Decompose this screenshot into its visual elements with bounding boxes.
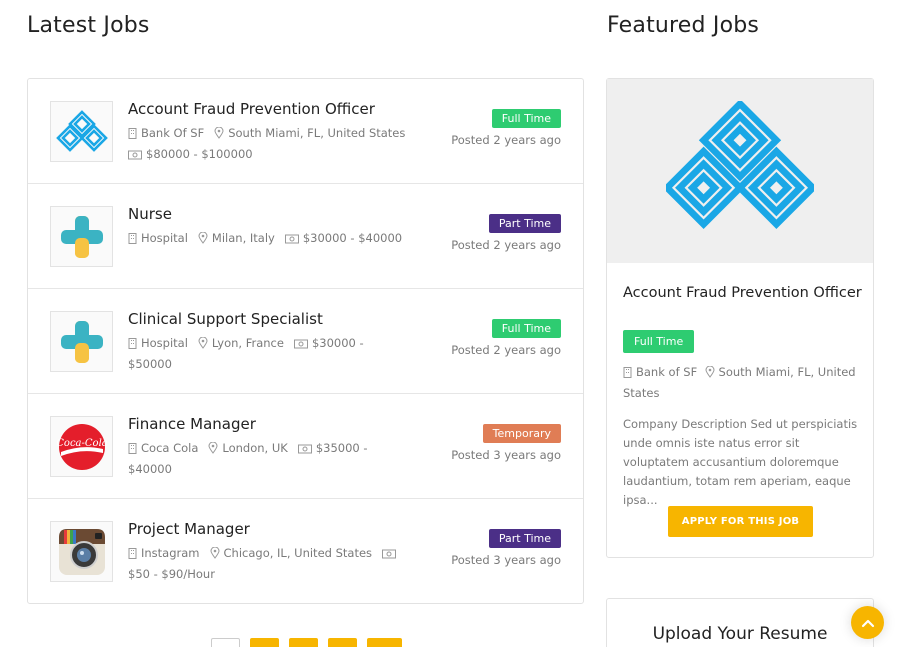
job-location: London, UK [222, 441, 288, 455]
job-title[interactable]: Nurse [128, 205, 172, 223]
map-pin-icon [198, 231, 208, 250]
job-item[interactable]: Account Fraud Prevention Officer Bank Of… [28, 79, 583, 184]
job-meta: Instagram Chicago, IL, United States $50 -… [128, 544, 408, 584]
job-posted-date: Posted 3 years ago [451, 448, 561, 462]
job-type-badge: Full Time [491, 319, 561, 338]
instagram-logo[interactable] [50, 521, 113, 582]
job-meta: Bank Of SF South Miami, FL, United States… [128, 124, 428, 166]
job-company: Hospital [141, 231, 188, 245]
job-location: Milan, Italy [211, 231, 275, 245]
map-pin-icon [198, 336, 208, 355]
job-item[interactable]: Clinical Support Specialist Hospital Lyon… [28, 289, 583, 394]
job-title[interactable]: Finance Manager [128, 415, 256, 433]
job-item[interactable]: Project Manager Instagram Chicago, IL, Un… [28, 499, 583, 604]
job-posted-date: Posted 3 years ago [451, 553, 561, 567]
page-button[interactable] [289, 638, 318, 647]
latest-jobs-heading: Latest Jobs [27, 13, 150, 38]
map-pin-icon [210, 546, 220, 565]
job-salary: $30000 - $40000 [302, 231, 403, 245]
job-meta: Hospital Milan, Italy $30000 - $40000 [128, 229, 448, 250]
job-salary: $80000 - $100000 [146, 147, 253, 161]
map-pin-icon [208, 441, 218, 460]
job-item[interactable]: Coca-Cola Finance Manager Coca Cola Londo… [28, 394, 583, 499]
page-button[interactable] [250, 638, 279, 647]
job-posted-date: Posted 2 years ago [451, 133, 561, 147]
job-item[interactable]: Nurse Hospital Milan, Italy $30000 - $4000… [28, 184, 583, 289]
hospital-cross-logo[interactable] [50, 311, 113, 372]
job-posted-date: Posted 2 years ago [451, 343, 561, 357]
featured-job-meta: Bank of SF South Miami, FL, United State… [623, 363, 863, 403]
job-company: Hospital [141, 336, 188, 350]
job-title[interactable]: Clinical Support Specialist [128, 310, 323, 328]
job-type-badge: Part Time [488, 214, 561, 233]
building-icon [128, 546, 137, 565]
job-meta: Coca Cola London, UK $35000 - $40000 [128, 439, 398, 479]
job-meta: Hospital Lyon, France $30000 - $50000 [128, 334, 398, 374]
job-posted-date: Posted 2 years ago [451, 238, 561, 252]
bank-logo[interactable] [50, 101, 113, 162]
job-title[interactable]: Project Manager [128, 520, 250, 538]
money-icon [128, 147, 142, 166]
map-pin-icon [705, 365, 715, 384]
page-button[interactable] [211, 638, 240, 647]
featured-job-description: Company Description Sed ut perspiciatis … [623, 417, 858, 507]
pagination [211, 638, 402, 647]
scroll-to-top-button[interactable] [851, 606, 884, 639]
money-icon [293, 336, 308, 355]
building-icon [623, 365, 632, 384]
job-type-badge: Part Time [488, 529, 561, 548]
latest-jobs-list: Account Fraud Prevention Officer Bank Of… [27, 78, 584, 604]
featured-company-logo[interactable] [607, 79, 873, 263]
building-icon [128, 126, 137, 145]
upload-resume-title: Upload Your Resume [652, 624, 828, 644]
building-icon [128, 231, 137, 250]
upload-resume-card: Upload Your Resume [606, 598, 874, 647]
job-title[interactable]: Account Fraud Prevention Officer [128, 100, 375, 118]
svg-text:Coca-Cola: Coca-Cola [57, 438, 107, 449]
coca-cola-logo[interactable]: Coca-Cola [50, 416, 113, 477]
money-icon [382, 546, 397, 565]
chevron-up-icon [861, 613, 875, 632]
job-company: Coca Cola [141, 441, 199, 455]
map-pin-icon [214, 126, 224, 145]
job-location: Chicago, IL, United States [223, 546, 373, 560]
next-page-button[interactable] [367, 638, 402, 647]
job-location: Lyon, France [211, 336, 284, 350]
page-button[interactable] [328, 638, 357, 647]
money-icon [284, 231, 299, 250]
featured-job-company: Bank of SF [636, 365, 698, 379]
featured-jobs-heading: Featured Jobs [607, 13, 760, 38]
building-icon [128, 336, 137, 355]
job-company: Instagram [141, 546, 200, 560]
job-location: South Miami, FL, United States [228, 126, 406, 140]
job-type-badge: Temporary [482, 424, 561, 443]
featured-job-card[interactable]: Account Fraud Prevention Officer Full Ti… [606, 78, 874, 558]
building-icon [128, 441, 137, 460]
featured-job-title[interactable]: Account Fraud Prevention Officer [623, 284, 863, 303]
job-company: Bank Of SF [141, 126, 205, 140]
hospital-cross-logo[interactable] [50, 206, 113, 267]
apply-button[interactable]: APPLY FOR THIS JOB [668, 506, 813, 537]
money-icon [297, 441, 312, 460]
featured-job-type-badge: Full Time [623, 330, 695, 353]
job-type-badge: Full Time [491, 109, 561, 128]
job-salary: $50 - $90/Hour [128, 567, 215, 581]
